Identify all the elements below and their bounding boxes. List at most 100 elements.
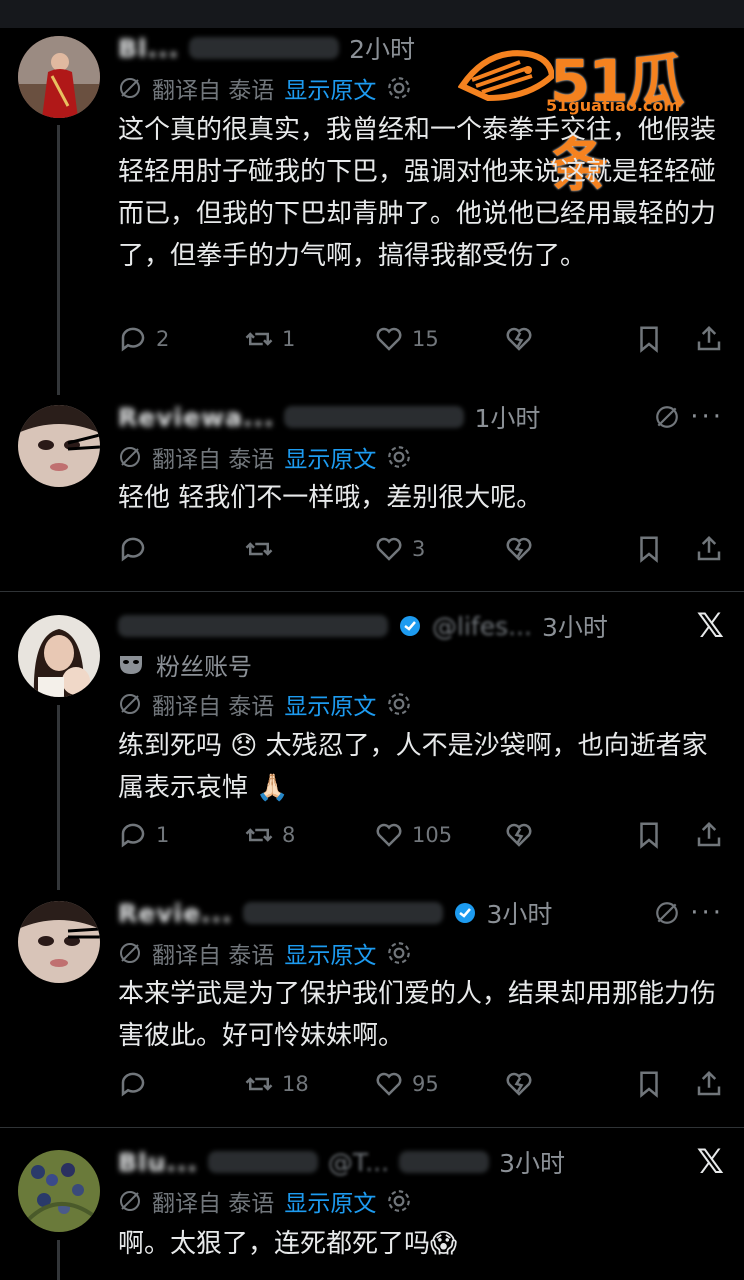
like-count: 15 xyxy=(412,327,439,351)
reply-button[interactable] xyxy=(118,1063,156,1105)
bookmark-button[interactable] xyxy=(634,1063,664,1105)
divider xyxy=(0,591,744,592)
more-options-icon[interactable]: ··· xyxy=(690,402,724,432)
like-button[interactable]: 15 xyxy=(374,318,439,360)
repost-button[interactable]: 18 xyxy=(244,1063,309,1105)
display-name[interactable]: Revie... xyxy=(118,899,233,928)
gear-icon[interactable] xyxy=(386,691,412,717)
share-button[interactable] xyxy=(694,528,724,570)
heart-icon xyxy=(376,327,402,351)
share-icon xyxy=(697,325,721,351)
avatar-image xyxy=(18,901,100,983)
bookmark-icon xyxy=(640,822,658,849)
verified-badge-icon xyxy=(400,616,420,636)
heart-icon xyxy=(376,823,402,847)
translate-icon xyxy=(120,1191,140,1211)
gear-icon[interactable] xyxy=(386,1188,412,1214)
avatar[interactable] xyxy=(18,36,100,118)
timestamp[interactable]: 3小时 xyxy=(542,608,608,644)
avatar-image xyxy=(18,405,100,487)
handle-redacted xyxy=(399,1151,490,1173)
tweet-text: 练到死吗 😞 太残忍了，人不是沙袋啊，也向逝者家属表示哀悼 🙏🏻 xyxy=(118,731,708,803)
timestamp[interactable]: 3小时 xyxy=(487,895,553,931)
timestamp[interactable]: 1小时 xyxy=(474,399,540,435)
like-count: 3 xyxy=(412,537,426,561)
like-button[interactable]: 3 xyxy=(374,528,425,570)
gear-icon[interactable] xyxy=(386,75,412,101)
avatar[interactable] xyxy=(18,615,100,697)
reply-count: 2 xyxy=(156,327,170,351)
show-original-link[interactable]: 显示原文 xyxy=(284,440,376,474)
action-bar: 2 1 15 xyxy=(118,318,726,360)
timestamp[interactable]: 2小时 xyxy=(349,30,415,66)
handle-redacted xyxy=(284,406,465,428)
show-original-link[interactable]: 显示原文 xyxy=(284,71,376,105)
avatar[interactable] xyxy=(18,1150,100,1232)
repost-button[interactable]: 8 xyxy=(244,814,295,856)
show-original-link[interactable]: 显示原文 xyxy=(284,936,376,970)
heart-icon xyxy=(376,1072,402,1096)
reply-icon xyxy=(121,327,145,352)
timestamp[interactable]: 3小时 xyxy=(499,1144,565,1180)
action-bar: 1 8 105 xyxy=(118,814,726,856)
translate-icon xyxy=(120,943,140,963)
thread-line xyxy=(57,705,60,890)
action-bar: 18 95 xyxy=(118,1063,726,1105)
share-button[interactable] xyxy=(694,1063,724,1105)
share-icon xyxy=(697,535,721,561)
bookmark-button[interactable] xyxy=(634,318,664,360)
thread-line xyxy=(57,125,60,395)
reply-count: 1 xyxy=(156,823,170,847)
reply-icon xyxy=(121,537,145,562)
avatar[interactable] xyxy=(18,405,100,487)
hide-reply-button[interactable] xyxy=(504,814,534,856)
reply-button[interactable] xyxy=(118,528,156,570)
handle[interactable]: @T... xyxy=(328,1148,389,1177)
like-button[interactable]: 105 xyxy=(374,814,452,856)
translated-from-label: 翻译自 泰语 xyxy=(152,1191,275,1217)
hide-reply-button[interactable] xyxy=(504,318,534,360)
handle-redacted xyxy=(189,37,340,59)
translated-from-label: 翻译自 泰语 xyxy=(152,78,275,104)
action-bar: 3 xyxy=(118,528,726,570)
translate-icon xyxy=(120,447,140,467)
handle[interactable]: @lifes... xyxy=(432,612,532,641)
gear-icon[interactable] xyxy=(386,940,412,966)
bookmark-icon xyxy=(640,326,658,353)
hide-reply-button[interactable] xyxy=(504,528,534,570)
reply-button[interactable]: 2 xyxy=(118,318,169,360)
translated-from-label: 翻译自 泰语 xyxy=(152,943,275,969)
display-name[interactable]: Blu... xyxy=(118,1148,198,1177)
like-button[interactable]: 95 xyxy=(374,1063,439,1105)
fan-account-row: 粉丝账号 xyxy=(118,646,252,682)
display-name-redacted xyxy=(118,615,388,637)
gear-icon[interactable] xyxy=(386,444,412,470)
bookmark-icon xyxy=(640,536,658,563)
display-name[interactable]: Reviewa... xyxy=(118,403,274,432)
avatar-image xyxy=(18,1150,100,1232)
more-options-icon[interactable]: ··· xyxy=(690,898,724,928)
repost-count: 18 xyxy=(282,1072,309,1096)
reply-button[interactable]: 1 xyxy=(118,814,169,856)
like-count: 95 xyxy=(412,1072,439,1096)
show-original-link[interactable]: 显示原文 xyxy=(284,1184,376,1218)
translation-row: 翻译自 泰语 显示原文 xyxy=(118,440,412,474)
repost-icon xyxy=(245,332,273,346)
repost-count: 1 xyxy=(282,327,296,351)
x-logo-icon: 𝕏 xyxy=(696,1142,724,1182)
translate-icon[interactable] xyxy=(654,404,680,430)
display-name[interactable]: Bl... xyxy=(118,34,179,63)
share-button[interactable] xyxy=(694,318,724,360)
tweet-header: Bl... 2小时 xyxy=(118,30,724,66)
tweet-header: @lifes... 3小时 𝕏 xyxy=(118,606,724,646)
repost-button[interactable]: 1 xyxy=(244,318,295,360)
bookmark-button[interactable] xyxy=(634,814,664,856)
repost-button[interactable] xyxy=(244,528,282,570)
hide-reply-button[interactable] xyxy=(504,1063,534,1105)
share-button[interactable] xyxy=(694,814,724,856)
show-original-link[interactable]: 显示原文 xyxy=(284,687,376,721)
broken-heart-icon xyxy=(506,1072,532,1096)
bookmark-button[interactable] xyxy=(634,528,664,570)
translate-icon[interactable] xyxy=(654,900,680,926)
avatar[interactable] xyxy=(18,901,100,983)
